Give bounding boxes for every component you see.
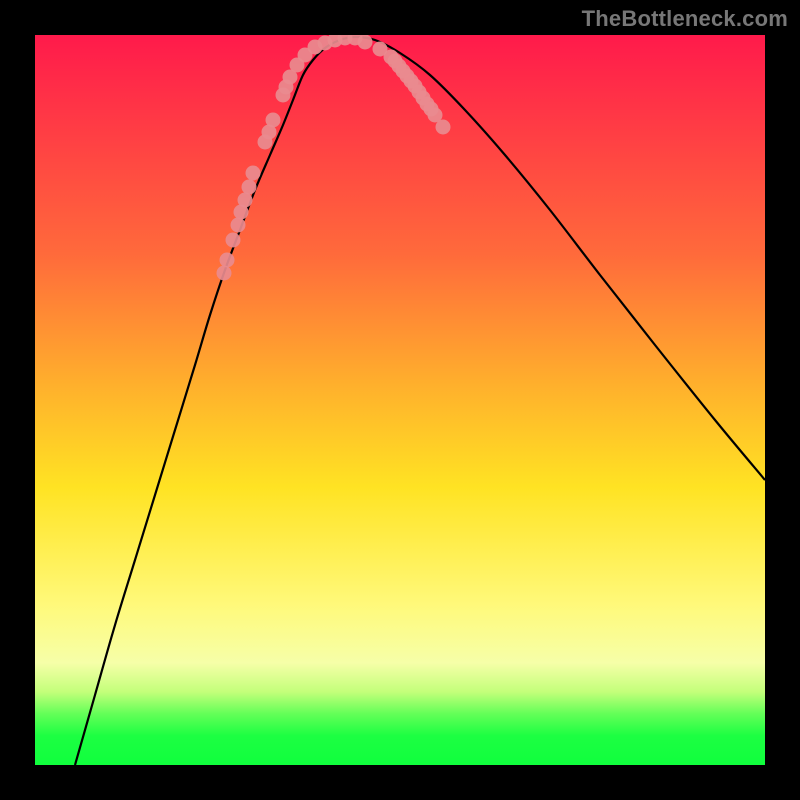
curve-svg — [35, 35, 765, 765]
data-markers — [217, 35, 451, 281]
bottleneck-curve — [75, 37, 765, 765]
marker-dot — [436, 120, 451, 135]
marker-dot — [246, 166, 261, 181]
marker-dot — [358, 35, 373, 50]
marker-dot — [226, 233, 241, 248]
marker-dot — [220, 253, 235, 268]
marker-dot — [242, 180, 257, 195]
marker-dot — [238, 193, 253, 208]
marker-dot — [231, 218, 246, 233]
watermark-text: TheBottleneck.com — [582, 6, 788, 32]
marker-dot — [217, 266, 232, 281]
plot-gradient-area — [35, 35, 765, 765]
marker-dot — [266, 113, 281, 128]
chart-frame: TheBottleneck.com — [0, 0, 800, 800]
